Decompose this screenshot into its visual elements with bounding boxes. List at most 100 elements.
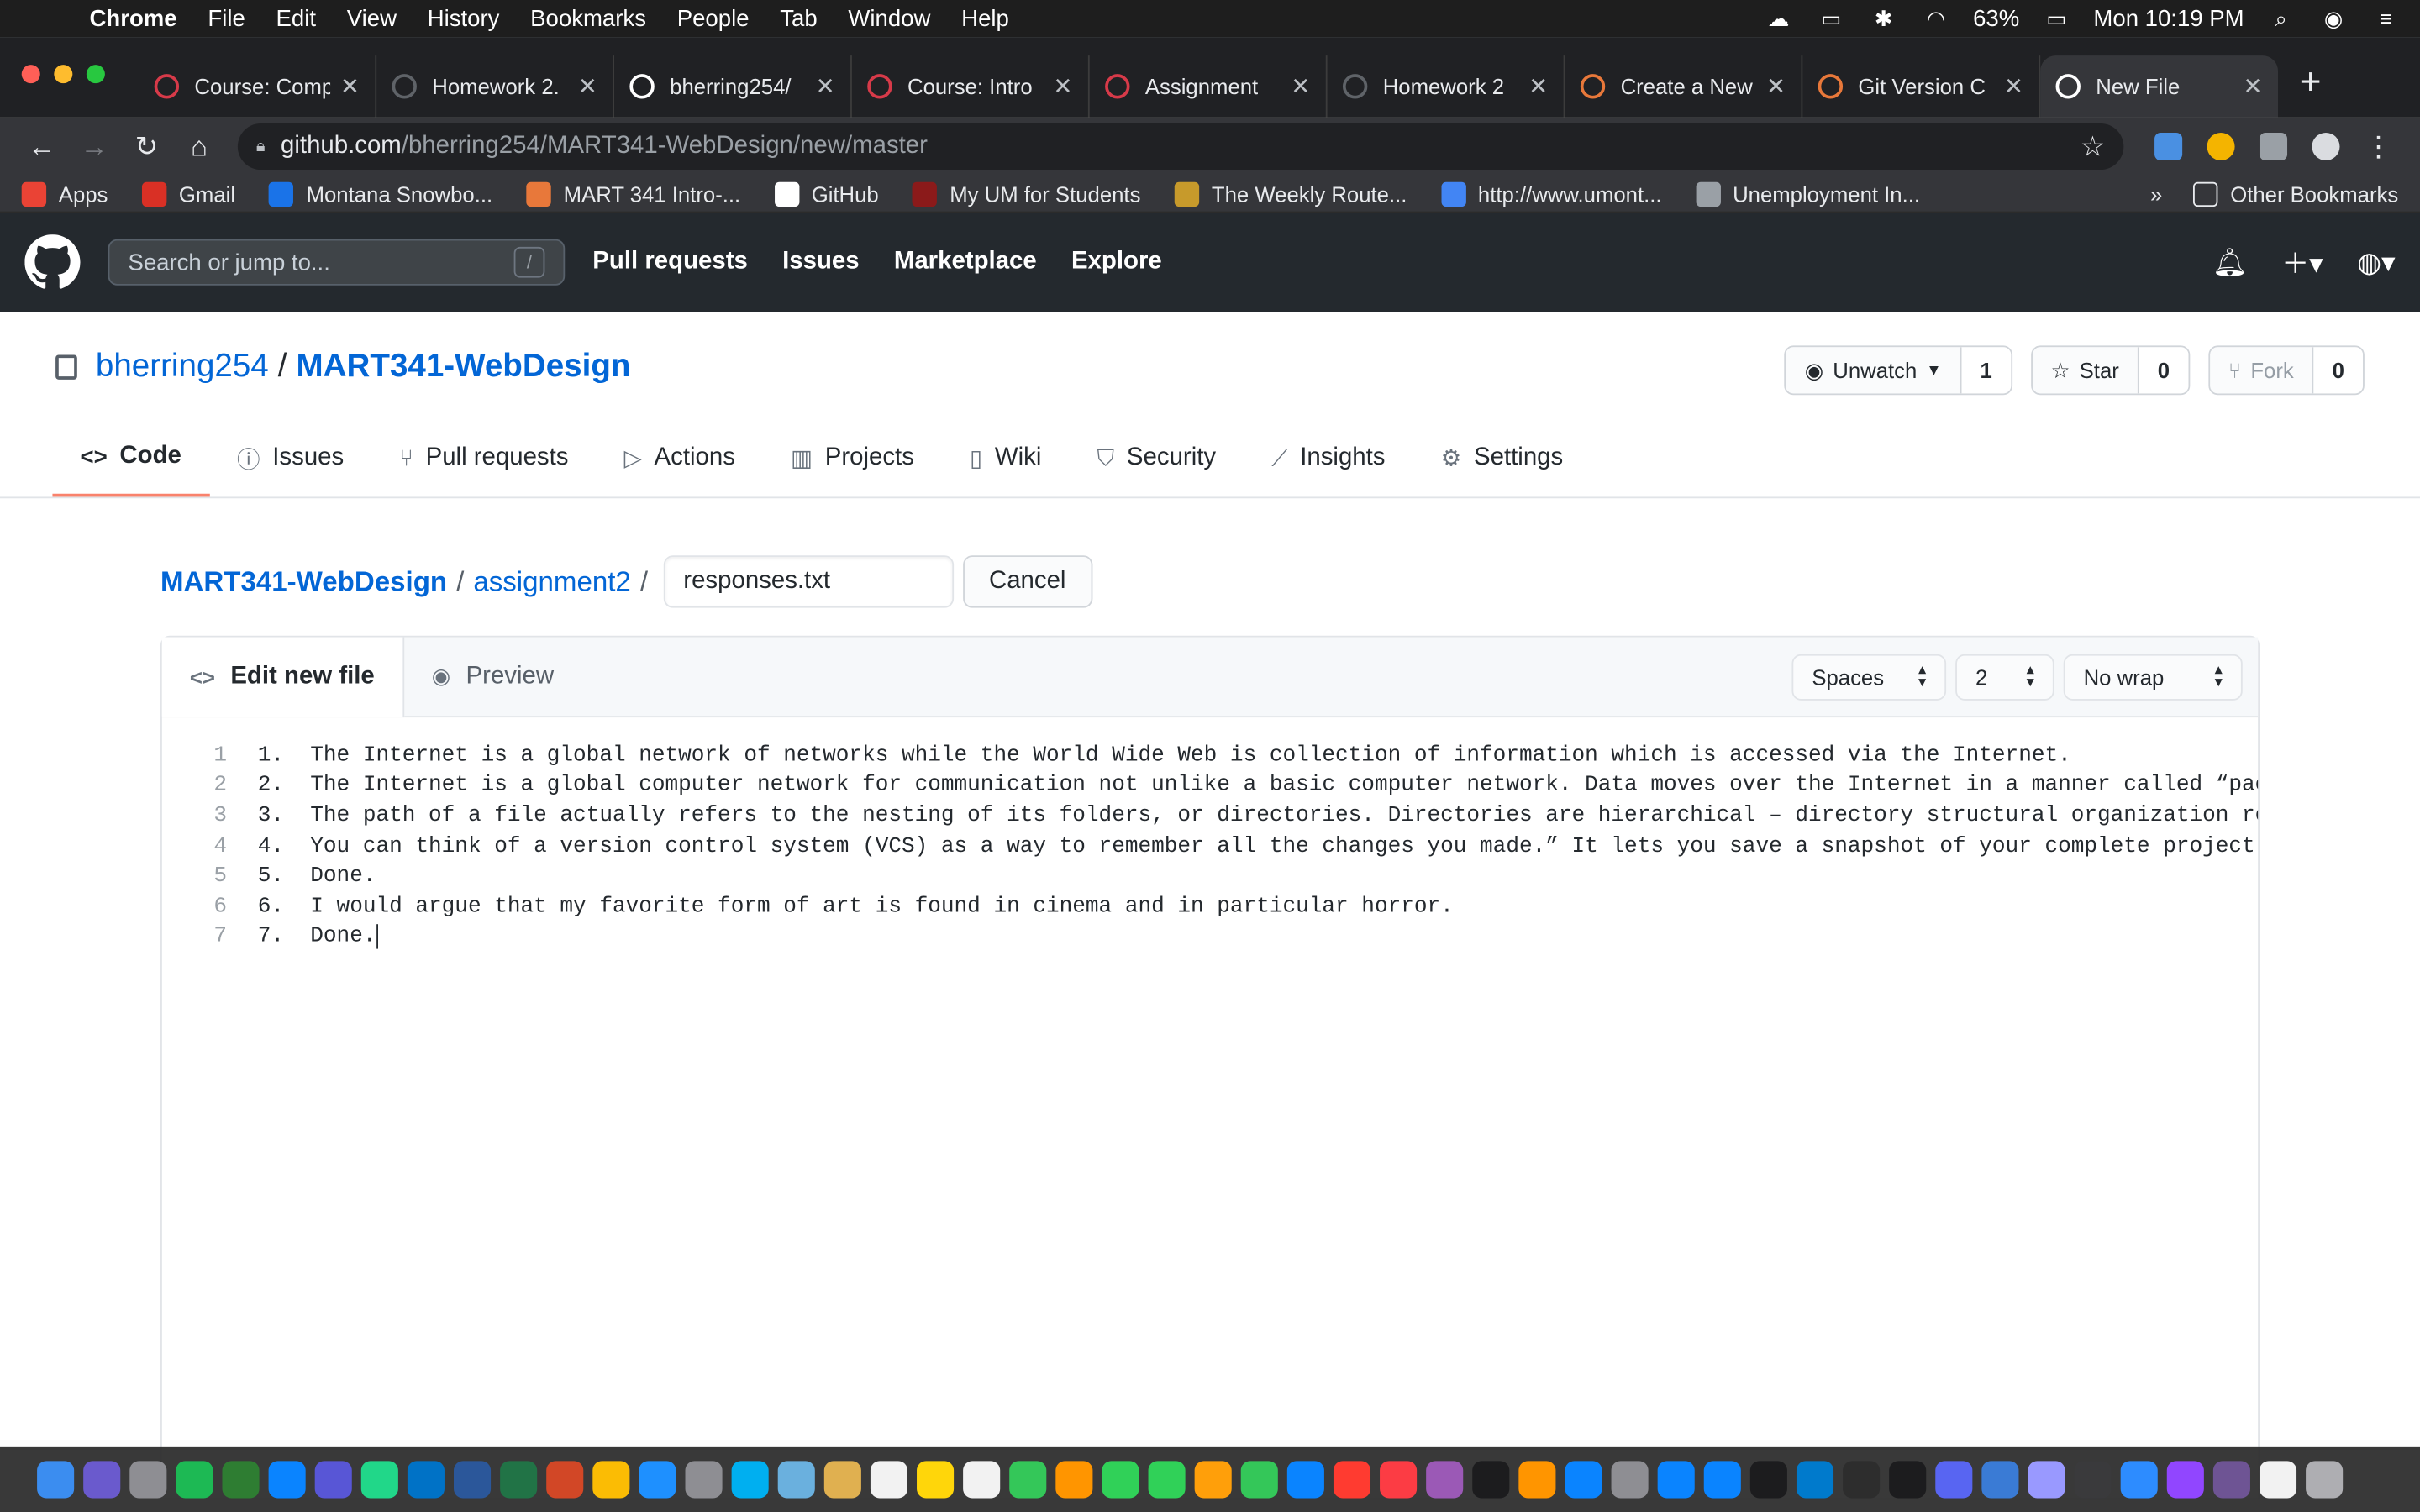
browser-tab[interactable]: Create a New ✕ [1565, 55, 1803, 118]
profile-avatar[interactable] [2312, 132, 2340, 161]
notes-icon[interactable] [823, 1461, 861, 1499]
nav-marketplace[interactable]: Marketplace [894, 249, 1037, 275]
siri-icon[interactable] [83, 1461, 121, 1499]
nav-issues[interactable]: Issues [782, 249, 859, 275]
star-count[interactable]: 0 [2137, 347, 2189, 394]
forward-arrow-icon[interactable]: → [68, 130, 120, 163]
browser-tab[interactable]: Homework 2 ✕ [1328, 55, 1565, 118]
new-tab-button[interactable]: + [2300, 61, 2322, 104]
nav-pull-requests[interactable]: Pull requests [592, 249, 748, 275]
app-icon[interactable] [1981, 1461, 2019, 1499]
home-icon[interactable]: ⌂ [173, 130, 225, 163]
menu-window[interactable]: Window [848, 5, 930, 31]
appstore-icon[interactable] [1565, 1461, 1602, 1499]
app-icon[interactable] [1843, 1461, 1881, 1499]
repo-tab-code[interactable]: <> Code [52, 420, 209, 497]
back-arrow-icon[interactable]: ← [15, 130, 67, 163]
bookmark-item[interactable]: Gmail [141, 181, 235, 207]
bookmark-item[interactable]: Montana Snowbo... [269, 181, 492, 207]
bookmark-item[interactable]: MART 341 Intro-... [526, 181, 740, 207]
puzzle-extensions-icon[interactable] [2259, 132, 2288, 161]
star-button[interactable]: ☆ Star 0 [2030, 345, 2190, 396]
creative-cloud-icon[interactable]: ☁ [1763, 5, 1794, 30]
app-icon[interactable] [314, 1461, 352, 1499]
help-icon[interactable] [685, 1461, 723, 1499]
repo-name-link[interactable]: MART341-WebDesign [297, 349, 631, 386]
tab-close-icon[interactable]: ✕ [340, 72, 360, 100]
battery-icon[interactable]: ▭ [2041, 5, 2072, 30]
github-search-input[interactable]: Search or jump to... / [108, 239, 566, 286]
menu-tab[interactable]: Tab [780, 5, 817, 31]
fork-count[interactable]: 0 [2312, 347, 2364, 394]
spotlight-search-icon[interactable]: ⌕ [2265, 5, 2296, 30]
discord-icon[interactable] [1935, 1461, 1973, 1499]
menu-view[interactable]: View [347, 5, 397, 31]
reload-icon[interactable]: ↻ [120, 130, 172, 163]
browser-tab[interactable]: Homework 2. ✕ [376, 55, 615, 118]
pages-icon[interactable] [1194, 1461, 1232, 1499]
tab-close-icon[interactable]: ✕ [2244, 72, 2263, 100]
other-bookmarks-folder[interactable]: Other Bookmarks [2193, 181, 2398, 207]
bookmark-item[interactable]: The Weekly Route... [1174, 181, 1407, 207]
notes-icon[interactable] [917, 1461, 955, 1499]
pycharm-icon[interactable] [360, 1461, 398, 1499]
repo-tab-security[interactable]: ⛉ Security [1069, 420, 1244, 497]
maps-icon[interactable] [1009, 1461, 1047, 1499]
app-icon[interactable] [2212, 1461, 2250, 1499]
numbers-icon[interactable] [1240, 1461, 1278, 1499]
menu-bookmarks[interactable]: Bookmarks [530, 5, 646, 31]
podcasts-icon[interactable] [1426, 1461, 1464, 1499]
wrap-mode-select[interactable]: No wrap ▴ ▾ [2063, 653, 2243, 700]
menu-edit[interactable]: Edit [276, 5, 316, 31]
watch-button[interactable]: ◉ Unwatch ▼ 1 [1784, 345, 2012, 396]
cancel-button[interactable]: Cancel [962, 555, 1092, 608]
calendar-icon[interactable] [870, 1461, 908, 1499]
tab-close-icon[interactable]: ✕ [1291, 72, 1310, 100]
bluetooth-icon[interactable]: ✱ [1868, 5, 1899, 30]
indent-size-select[interactable]: 2 ▴ ▾ [1955, 653, 2054, 700]
repo-tab-wiki[interactable]: ▯ Wiki [942, 420, 1070, 497]
lock-icon[interactable]: 🔒︎ [256, 137, 266, 157]
excel-icon[interactable] [500, 1461, 538, 1499]
chrome-icon[interactable] [592, 1461, 630, 1499]
extension-icon[interactable] [2207, 132, 2235, 161]
browser-tab[interactable]: Git Version C ✕ [1802, 55, 2041, 118]
close-window-button[interactable] [21, 65, 40, 84]
github-logo-icon[interactable] [24, 234, 81, 290]
tab-close-icon[interactable]: ✕ [1053, 72, 1072, 100]
finder-icon[interactable] [37, 1461, 75, 1499]
tab-close-icon[interactable]: ✕ [1528, 72, 1548, 100]
facetime-icon[interactable] [1148, 1461, 1186, 1499]
app-icon[interactable] [2074, 1461, 2112, 1499]
fork-button[interactable]: ⑂ Fork 0 [2207, 345, 2365, 396]
browser-tab[interactable]: Course: Comp ✕ [139, 55, 377, 118]
extension-cloud-icon[interactable] [2154, 132, 2183, 161]
browser-tab[interactable]: Assignment ✕ [1090, 55, 1328, 118]
watch-count[interactable]: 1 [1960, 347, 2011, 394]
zoom-icon[interactable] [2120, 1461, 2158, 1499]
menu-history[interactable]: History [428, 5, 500, 31]
siri-icon[interactable]: ◉ [2318, 5, 2349, 30]
airplay-icon[interactable]: ▭ [1816, 5, 1847, 30]
preview-icon[interactable] [777, 1461, 815, 1499]
bookmark-star-icon[interactable]: ☆ [2081, 130, 2106, 163]
terminal-icon[interactable] [1889, 1461, 1927, 1499]
bookmarks-overflow-chevron[interactable]: » [2150, 181, 2162, 206]
repo-tab-pull-requests[interactable]: ⑂ Pull requests [371, 420, 596, 497]
app-icon[interactable] [1703, 1461, 1741, 1499]
tab-edit-new-file[interactable]: <> Edit new file [161, 637, 404, 718]
menu-app-name[interactable]: Chrome [90, 5, 177, 31]
repo-tab-settings[interactable]: ⚙ Settings [1413, 420, 1591, 497]
messages-icon[interactable] [1102, 1461, 1139, 1499]
code-text-area[interactable]: 1 1. The Internet is a global network of … [162, 717, 2258, 952]
repo-tab-insights[interactable]: ⟋ Insights [1244, 420, 1413, 497]
safari-icon[interactable] [639, 1461, 676, 1499]
user-avatar-dropdown[interactable]: ◍▾ [2357, 246, 2395, 279]
kebab-menu-icon[interactable]: ⋮ [2352, 130, 2404, 163]
repo-tab-projects[interactable]: ▥ Projects [763, 420, 942, 497]
browser-tab[interactable]: New File ✕ [2040, 55, 2279, 118]
music-icon[interactable] [1380, 1461, 1418, 1499]
tab-close-icon[interactable]: ✕ [816, 72, 835, 100]
menu-help[interactable]: Help [961, 5, 1009, 31]
trash-icon[interactable] [2306, 1461, 2344, 1499]
